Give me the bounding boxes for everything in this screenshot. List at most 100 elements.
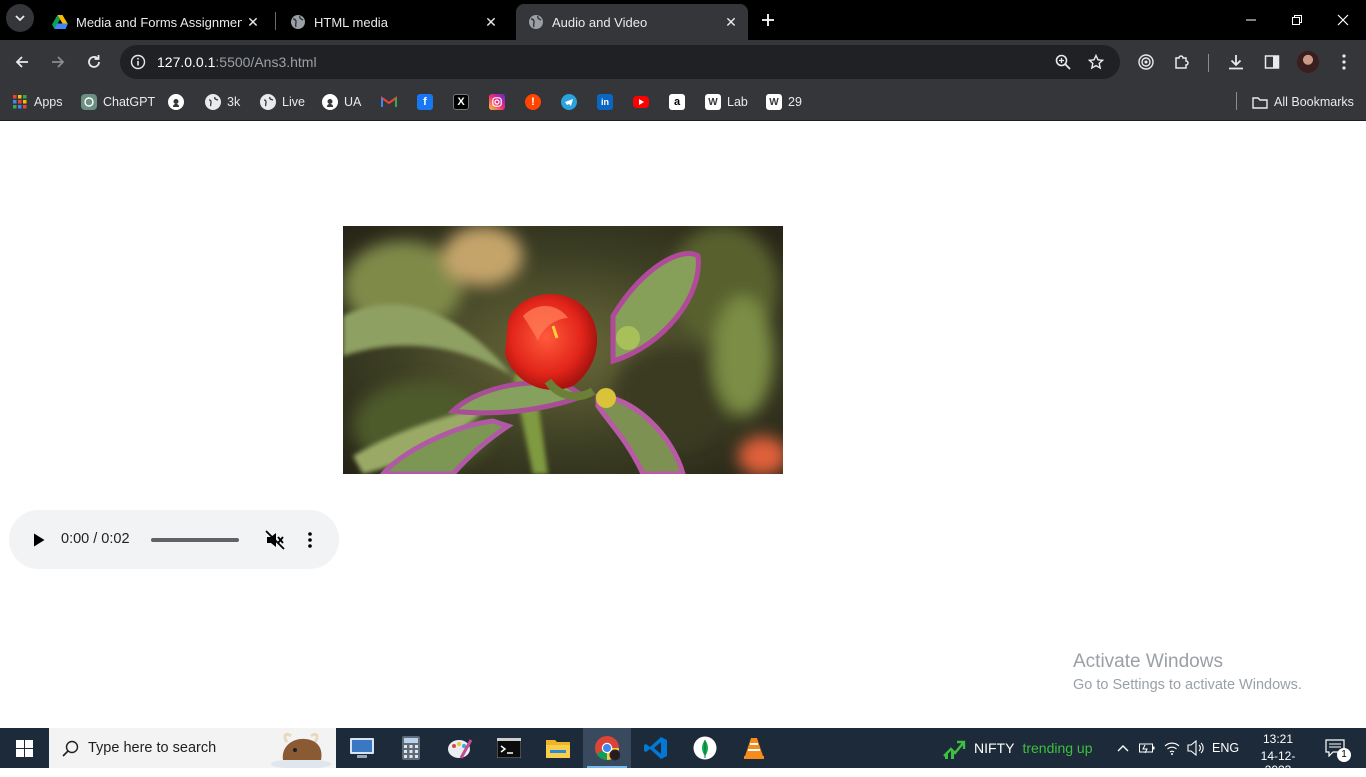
news-widget[interactable]: NIFTY trending up bbox=[942, 728, 1093, 768]
bookmark-x[interactable]: X bbox=[453, 91, 475, 113]
bookmark-lab[interactable]: W Lab bbox=[705, 91, 748, 113]
taskbar-search[interactable]: Type here to search bbox=[49, 728, 336, 769]
search-icon bbox=[62, 740, 79, 762]
taskbar-app-calculator[interactable] bbox=[387, 728, 435, 768]
language-indicator[interactable]: ENG bbox=[1212, 728, 1239, 768]
url-path: :5500/Ans3.html bbox=[215, 54, 317, 70]
page-content: 0:00 / 0:02 Activate Windows Go to Setti… bbox=[0, 121, 1366, 728]
wordpress-icon: W bbox=[766, 94, 782, 110]
bookmark-instagram[interactable] bbox=[489, 91, 511, 113]
bookmark-youtube[interactable] bbox=[633, 91, 655, 113]
bookmark-alert[interactable]: ! bbox=[525, 91, 547, 113]
address-bar[interactable]: 127.0.0.1:5500/Ans3.html bbox=[120, 45, 1120, 79]
bookmark-facebook[interactable]: f bbox=[417, 91, 439, 113]
notifications-button[interactable]: 1 bbox=[1322, 728, 1351, 768]
mongodb-icon bbox=[693, 736, 717, 760]
bookmark-ua[interactable]: UA bbox=[322, 91, 361, 113]
taskbar-app-paint[interactable] bbox=[436, 728, 484, 768]
bookmark-29[interactable]: W 29 bbox=[766, 91, 802, 113]
telegram-icon bbox=[561, 94, 577, 110]
bookmark-gmail[interactable] bbox=[381, 91, 403, 113]
more-vertical-icon bbox=[1342, 54, 1346, 70]
volume-button[interactable] bbox=[1186, 728, 1206, 768]
tab-media-forms[interactable]: Media and Forms Assignment.p ✕ bbox=[40, 4, 270, 40]
new-tab-button[interactable] bbox=[752, 4, 784, 36]
close-icon[interactable]: ✕ bbox=[480, 11, 502, 33]
minimize-button[interactable] bbox=[1228, 0, 1274, 40]
target-icon bbox=[1138, 54, 1154, 70]
taskbar-app-vscode[interactable] bbox=[632, 728, 680, 768]
amazon-icon: a bbox=[669, 94, 685, 110]
bookmark-telegram[interactable] bbox=[561, 91, 583, 113]
clock[interactable]: 13:21 14-12-2023 bbox=[1249, 731, 1307, 777]
paint-icon bbox=[448, 739, 473, 759]
taskbar-app-terminal[interactable] bbox=[485, 728, 533, 768]
bookmark-github[interactable] bbox=[168, 91, 190, 113]
start-button[interactable] bbox=[0, 728, 48, 768]
bookmark-label: Lab bbox=[727, 95, 748, 109]
chevron-up-icon bbox=[1117, 745, 1129, 752]
file-explorer-icon bbox=[546, 740, 570, 758]
bookmark-label: Live bbox=[282, 95, 305, 109]
side-panel-icon bbox=[1264, 55, 1280, 69]
bookmark-amazon[interactable]: a bbox=[669, 91, 691, 113]
taskbar-app-mongodb[interactable] bbox=[681, 728, 729, 768]
close-icon[interactable]: ✕ bbox=[720, 11, 742, 33]
bookmark-live[interactable]: Live bbox=[260, 91, 305, 113]
downloads-button[interactable] bbox=[1220, 46, 1252, 78]
battery-button[interactable] bbox=[1138, 728, 1156, 768]
taskbar-app-file-explorer[interactable] bbox=[534, 728, 582, 768]
taskbar-app-remote-desktop[interactable] bbox=[338, 728, 386, 768]
side-panel-button[interactable] bbox=[1256, 46, 1288, 78]
search-highlight-icon bbox=[269, 730, 333, 773]
wordpress-icon: W bbox=[705, 94, 721, 110]
audio-seek-slider[interactable] bbox=[151, 538, 239, 542]
audio-menu-button[interactable] bbox=[297, 527, 323, 553]
bookmark-star-icon[interactable] bbox=[1087, 53, 1105, 75]
play-button[interactable] bbox=[26, 527, 52, 553]
bookmark-chatgpt[interactable]: ChatGPT bbox=[81, 91, 155, 113]
bookmark-apps[interactable]: Apps bbox=[12, 91, 63, 113]
apps-grid-icon bbox=[12, 94, 28, 110]
globe-icon bbox=[528, 14, 544, 30]
close-window-button[interactable] bbox=[1320, 0, 1366, 40]
search-placeholder: Type here to search bbox=[88, 740, 217, 756]
windows-icon bbox=[15, 739, 33, 757]
show-hidden-icons-button[interactable] bbox=[1114, 728, 1132, 768]
zoom-icon[interactable] bbox=[1055, 54, 1071, 75]
tab-title: Audio and Video bbox=[552, 14, 648, 30]
globe-icon bbox=[260, 94, 276, 110]
tab-search-button[interactable] bbox=[6, 4, 34, 32]
site-info-icon[interactable] bbox=[130, 54, 146, 75]
menu-button[interactable] bbox=[1328, 46, 1360, 78]
bookmarks-divider bbox=[1236, 92, 1237, 110]
back-button[interactable] bbox=[6, 46, 38, 78]
linkedin-icon: in bbox=[597, 94, 613, 110]
extension-button[interactable] bbox=[1130, 46, 1162, 78]
mute-button[interactable] bbox=[262, 527, 288, 553]
restore-button[interactable] bbox=[1274, 0, 1320, 40]
clock-date: 14-12-2023 bbox=[1260, 749, 1296, 777]
all-bookmarks-button[interactable]: All Bookmarks bbox=[1252, 91, 1354, 113]
tab-html-media[interactable]: HTML media ✕ bbox=[278, 4, 508, 40]
forward-button[interactable] bbox=[42, 46, 74, 78]
close-icon bbox=[1337, 14, 1349, 26]
tab-separator bbox=[275, 12, 276, 30]
taskbar-app-vlc[interactable] bbox=[730, 728, 778, 768]
more-vertical-icon bbox=[308, 532, 312, 548]
bookmark-3k[interactable]: 3k bbox=[205, 91, 240, 113]
network-button[interactable] bbox=[1162, 728, 1182, 768]
volume-muted-icon bbox=[265, 530, 285, 550]
widget-status: trending up bbox=[1022, 740, 1093, 756]
url-text[interactable]: 127.0.0.1:5500/Ans3.html bbox=[157, 54, 317, 70]
close-icon[interactable]: ✕ bbox=[242, 11, 264, 33]
taskbar-app-chrome[interactable] bbox=[583, 728, 631, 768]
profile-button[interactable] bbox=[1292, 46, 1324, 78]
globe-icon bbox=[205, 94, 221, 110]
audio-player[interactable]: 0:00 / 0:02 bbox=[9, 510, 339, 569]
extensions-button[interactable] bbox=[1166, 46, 1198, 78]
terminal-icon bbox=[497, 738, 521, 758]
tab-audio-video[interactable]: Audio and Video ✕ bbox=[516, 4, 748, 40]
reload-button[interactable] bbox=[78, 46, 110, 78]
bookmark-linkedin[interactable]: in bbox=[597, 91, 619, 113]
